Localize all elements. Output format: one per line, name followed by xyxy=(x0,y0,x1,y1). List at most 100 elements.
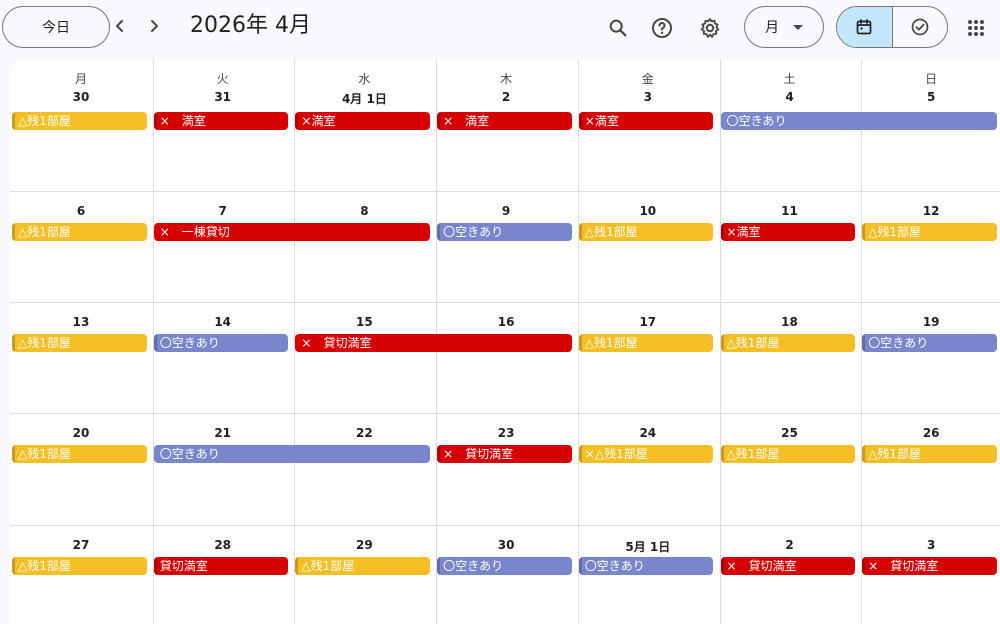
event-chip[interactable]: △残1部屋 xyxy=(12,334,147,352)
day-number[interactable]: 30 xyxy=(435,538,577,552)
settings-button[interactable] xyxy=(692,10,728,46)
day-number[interactable]: 26 xyxy=(860,426,1000,440)
event-chip[interactable]: × 貸切満室 xyxy=(720,557,856,575)
event-chip[interactable]: 〇空きあり xyxy=(578,557,714,575)
day-number[interactable]: 28 xyxy=(152,538,294,552)
gear-icon xyxy=(700,18,720,38)
event-chip[interactable]: × 貸切満室 xyxy=(295,334,572,352)
day-number[interactable]: 8 xyxy=(293,204,435,218)
day-number[interactable]: 7 xyxy=(152,204,294,218)
event-chip[interactable]: △残1部屋 xyxy=(720,334,856,352)
day-number[interactable]: 14 xyxy=(152,315,294,329)
weekday-header: 木 xyxy=(500,72,513,86)
day-number[interactable]: 27 xyxy=(10,538,152,552)
event-chip[interactable]: 〇空きあり xyxy=(437,557,572,575)
weekday-header: 金 xyxy=(641,72,654,86)
event-chip[interactable]: × 満室 xyxy=(437,112,572,130)
month-title: 2026年 4月 xyxy=(190,13,311,38)
day-number[interactable]: 17 xyxy=(577,315,719,329)
event-chip[interactable]: △残1部屋 xyxy=(12,223,147,241)
day-number[interactable]: 23 xyxy=(435,426,577,440)
caret-down-icon xyxy=(793,25,803,30)
next-month-button[interactable] xyxy=(138,10,170,42)
day-number[interactable]: 3 xyxy=(577,90,719,104)
day-number[interactable]: 13 xyxy=(10,315,152,329)
day-number[interactable]: 2 xyxy=(719,538,861,552)
event-chip[interactable]: 〇空きあり xyxy=(437,223,572,241)
previous-month-button[interactable] xyxy=(104,10,136,42)
weekday-header: 日 xyxy=(925,72,938,86)
event-chip[interactable]: 〇空きあり xyxy=(153,445,431,463)
row-divider xyxy=(10,191,1000,192)
month-grid: 月火水木金土日 30 31 4月 1日 2 3 4 5 6 7 8 9 10 11 12 13 14 15 16 17… xyxy=(10,60,1000,624)
day-number[interactable]: 6 xyxy=(10,204,152,218)
event-chip[interactable]: △残1部屋 xyxy=(295,557,431,575)
event-chip[interactable]: ×満室 xyxy=(295,112,431,130)
tasks-view-toggle[interactable] xyxy=(891,7,947,47)
day-number[interactable]: 2 xyxy=(435,90,577,104)
search-button[interactable] xyxy=(600,10,636,46)
day-number[interactable]: 29 xyxy=(293,538,435,552)
day-number[interactable]: 24 xyxy=(577,426,719,440)
chevron-right-icon xyxy=(151,20,158,32)
search-icon xyxy=(609,19,627,37)
day-number[interactable]: 21 xyxy=(152,426,294,440)
event-chip[interactable]: ×満室 xyxy=(578,112,714,130)
top-toolbar: 今日 2026年 4月 月 xyxy=(0,0,1000,56)
weekday-header: 月 xyxy=(74,72,87,86)
event-chip[interactable]: ×△残1部屋 xyxy=(578,445,714,463)
chevron-left-icon xyxy=(116,20,123,32)
event-chip[interactable]: △残1部屋 xyxy=(12,445,147,463)
view-selector[interactable]: 月 xyxy=(744,6,824,48)
event-chip[interactable]: × 貸切満室 xyxy=(437,445,572,463)
day-number[interactable]: 12 xyxy=(860,204,1000,218)
day-number[interactable]: 4月 1日 xyxy=(293,90,435,107)
help-icon xyxy=(652,18,672,38)
event-chip[interactable]: ×満室 xyxy=(720,223,856,241)
day-number[interactable]: 9 xyxy=(435,204,577,218)
event-chip[interactable]: × 満室 xyxy=(153,112,289,130)
view-selector-label: 月 xyxy=(765,20,779,36)
event-chip[interactable]: △残1部屋 xyxy=(578,334,714,352)
weekday-header: 火 xyxy=(216,72,229,86)
day-number[interactable]: 18 xyxy=(719,315,861,329)
calendar-tasks-toggle xyxy=(836,6,948,48)
event-chip[interactable]: 〇空きあり xyxy=(862,334,997,352)
day-number[interactable]: 31 xyxy=(152,90,294,104)
day-number[interactable]: 20 xyxy=(10,426,152,440)
calendar-view-toggle[interactable] xyxy=(837,7,892,47)
check-circle-icon xyxy=(911,18,929,36)
calendar-icon xyxy=(857,19,872,35)
row-divider xyxy=(10,302,1000,303)
event-chip[interactable]: 〇空きあり xyxy=(153,334,289,352)
day-number[interactable]: 11 xyxy=(719,204,861,218)
day-number[interactable]: 15 xyxy=(293,315,435,329)
day-number[interactable]: 5 xyxy=(860,90,1000,104)
apps-grid-icon xyxy=(968,20,984,36)
day-number[interactable]: 25 xyxy=(719,426,861,440)
event-chip[interactable]: △残1部屋 xyxy=(578,223,714,241)
day-number[interactable]: 19 xyxy=(860,315,1000,329)
day-number[interactable]: 16 xyxy=(435,315,577,329)
row-divider xyxy=(10,525,1000,526)
event-chip[interactable]: △残1部屋 xyxy=(12,112,147,130)
event-chip[interactable]: × 貸切満室 xyxy=(862,557,997,575)
help-button[interactable] xyxy=(644,10,680,46)
day-number[interactable]: 22 xyxy=(293,426,435,440)
day-number[interactable]: 3 xyxy=(860,538,1000,552)
today-button[interactable]: 今日 xyxy=(2,6,110,48)
event-chip[interactable]: △残1部屋 xyxy=(862,445,997,463)
event-chip[interactable]: △残1部屋 xyxy=(862,223,997,241)
day-number[interactable]: 5月 1日 xyxy=(577,538,719,555)
apps-launcher-button[interactable] xyxy=(958,10,994,46)
event-chip[interactable]: × 一棟貸切 xyxy=(153,223,431,241)
day-number[interactable]: 10 xyxy=(577,204,719,218)
event-chip[interactable]: △残1部屋 xyxy=(12,557,147,575)
row-divider xyxy=(10,413,1000,414)
weekday-header: 水 xyxy=(358,72,371,86)
event-chip[interactable]: 貸切満室 xyxy=(153,557,289,575)
day-number[interactable]: 4 xyxy=(719,90,861,104)
day-number[interactable]: 30 xyxy=(10,90,152,104)
event-chip[interactable]: △残1部屋 xyxy=(720,445,856,463)
event-chip[interactable]: 〇空きあり xyxy=(720,112,997,130)
